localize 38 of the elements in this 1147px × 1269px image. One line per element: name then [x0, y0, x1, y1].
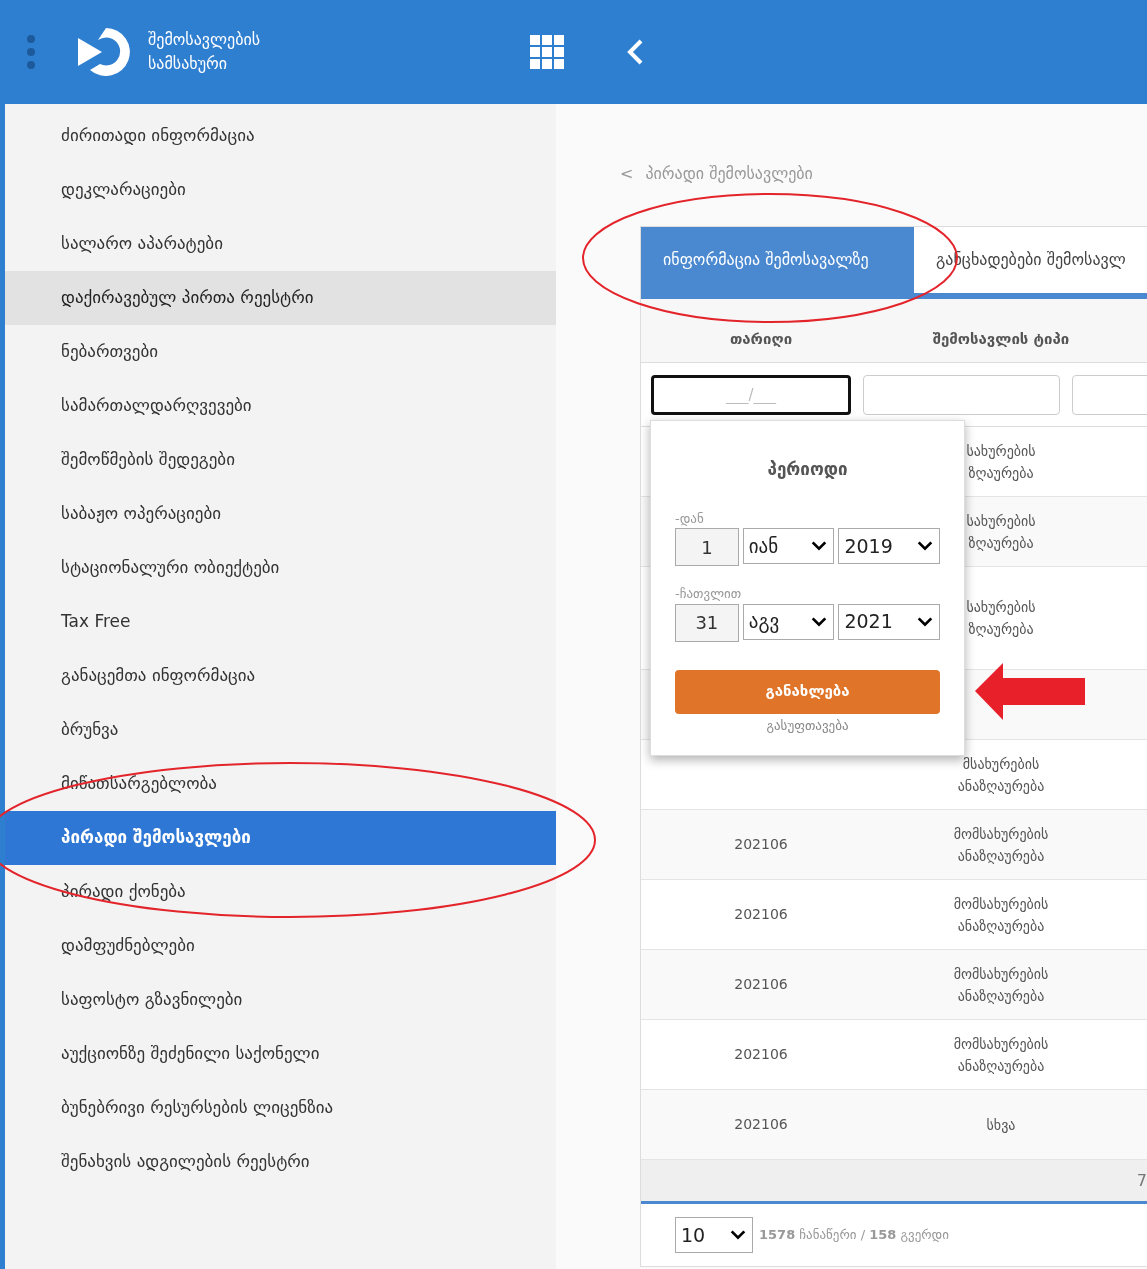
column-header[interactable]: შემოსავლის ტიპი — [932, 327, 1070, 350]
table-cell-text: სხვა — [985, 1115, 1017, 1135]
table-cell-text: 202106 — [734, 905, 788, 924]
table-cell-text: 202106 — [734, 1045, 788, 1064]
chevron-left-icon[interactable] — [626, 38, 645, 66]
page-size-select[interactable]: 10 — [675, 1217, 753, 1253]
filter-field[interactable]: ___/___ — [651, 374, 851, 415]
more-icon[interactable] — [26, 34, 36, 70]
table-cell-text: მომსახურების ანაზღაურება — [952, 1034, 1050, 1076]
month-select[interactable]: აგვ — [742, 603, 835, 640]
table-cell-text: სახურების ზღაურება — [965, 598, 1037, 639]
apps-grid-icon[interactable] — [530, 35, 565, 69]
month-select[interactable]: იან — [742, 528, 835, 564]
table-cell-text: 202106 — [734, 975, 788, 994]
column-header[interactable]: თარიღი — [729, 327, 793, 350]
pagination-summary: 1578 ჩანაწერი / 158 გვერდი — [759, 1226, 949, 1245]
to-label: -ჩათვლით — [675, 585, 743, 603]
table-cell-text: მომსახურების ანაზღაურება — [952, 824, 1050, 866]
table-cell-text: 202106 — [734, 1115, 788, 1134]
brand-title: შემოსავლების — [148, 29, 261, 51]
day-field[interactable]: 1 — [675, 528, 739, 566]
year-select[interactable]: 2021 — [838, 603, 940, 640]
day-field[interactable]: 31 — [675, 603, 739, 642]
table-cell-text: მსახურების ანაზღაურება — [956, 754, 1046, 796]
table-cell-text: სახურების ზღაურება — [965, 511, 1037, 553]
table-summary: 7 — [1136, 1169, 1147, 1192]
table-cell-text: მომსახურების ანაზღაურება — [952, 964, 1050, 1006]
table-cell-text: მომსახურების ანაზღაურება — [952, 894, 1050, 936]
from-label: -დან — [675, 509, 705, 528]
brand-title: სამსახური — [148, 53, 229, 75]
popup-title: პერიოდი — [767, 458, 848, 481]
sidebar-item[interactable]: დაქირავებულ პირთა რეესტრი — [5, 271, 556, 325]
table-cell-text: 202106 — [734, 835, 788, 854]
tab[interactable]: ინფორმაცია შემოსავალზე — [641, 227, 914, 293]
year-select[interactable]: 2019 — [838, 528, 940, 564]
table-cell-text: სახურების ზღაურება — [965, 441, 1037, 483]
sidebar-item[interactable]: პირადი შემოსავლები — [5, 811, 556, 865]
clear-link[interactable]: გასუფთავება — [766, 715, 849, 735]
